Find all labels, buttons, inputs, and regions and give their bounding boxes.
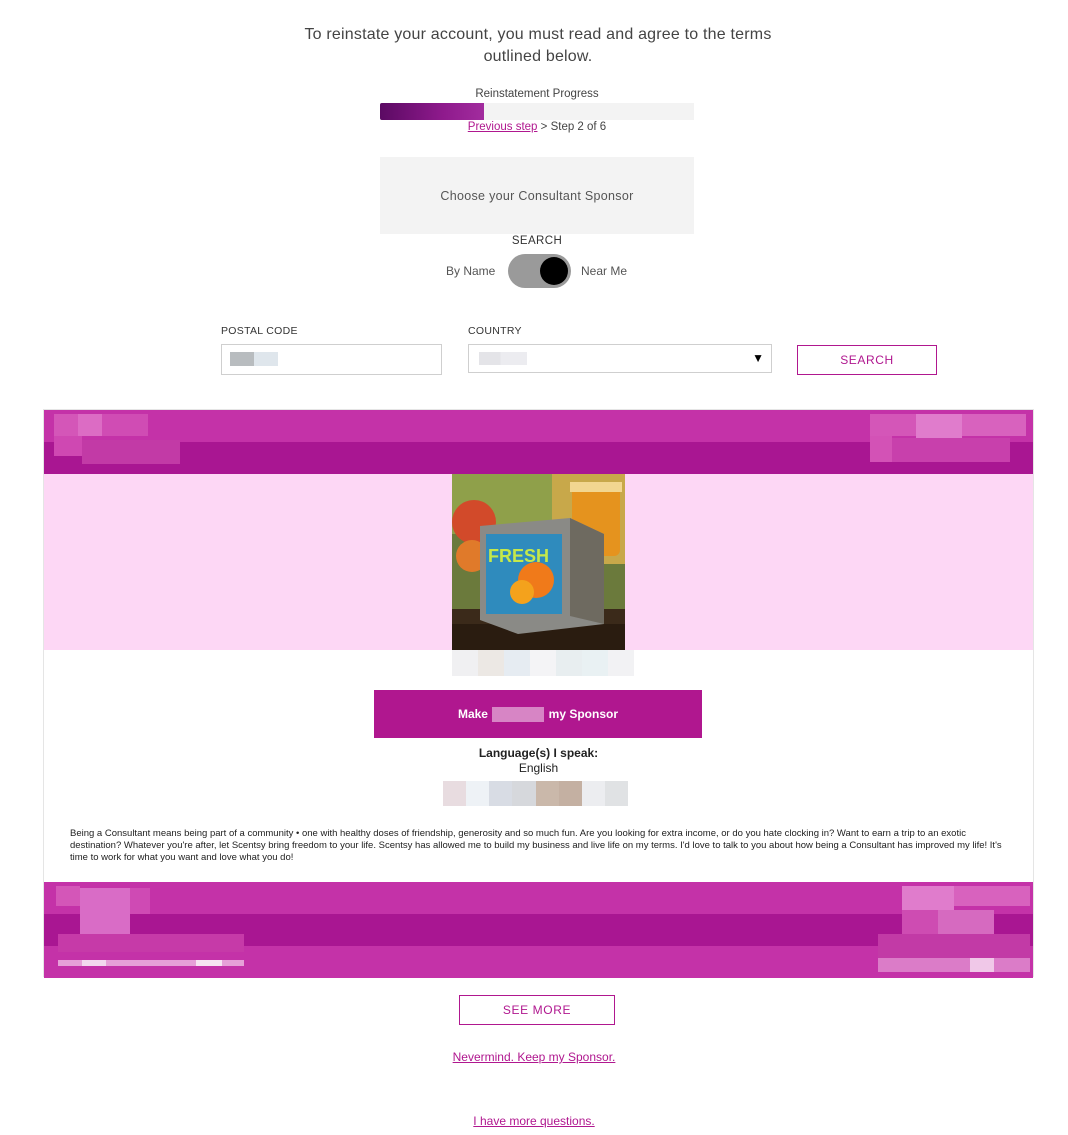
make-sponsor-prefix: Make xyxy=(457,707,488,721)
card-header-banner xyxy=(44,410,1033,474)
more-questions-link[interactable]: I have more questions. xyxy=(0,1114,1068,1128)
near-me-label[interactable]: Near Me xyxy=(581,264,627,278)
by-name-label[interactable]: By Name xyxy=(446,264,495,278)
product-label: FRESH xyxy=(488,546,549,566)
intro-text: To reinstate your account, you must read… xyxy=(304,26,772,65)
see-more-button[interactable]: SEE MORE xyxy=(459,995,615,1025)
search-button[interactable]: SEARCH xyxy=(797,345,937,375)
search-mode-toggle[interactable] xyxy=(508,254,571,288)
progress-bar-fill xyxy=(380,103,484,120)
redacted-country-value xyxy=(479,352,527,365)
consultant-bio: Being a Consultant means being part of a… xyxy=(70,828,1002,863)
choose-sponsor-heading: Choose your Consultant Sponsor xyxy=(380,157,694,234)
product-image: FRESH xyxy=(452,474,625,650)
hero-banner: FRESH xyxy=(44,474,1033,650)
redacted-consultant-name xyxy=(452,650,634,676)
postal-code-input[interactable] xyxy=(221,344,442,375)
consultant-card: FRESH Make my Sponsor Language(s) I spea… xyxy=(43,409,1034,978)
step-text: > Step 2 of 6 xyxy=(537,121,607,133)
country-select[interactable]: ▼ xyxy=(468,344,772,373)
redacted-contact-info xyxy=(443,781,628,806)
toggle-knob xyxy=(540,257,568,285)
dropdown-arrow-icon: ▼ xyxy=(752,351,764,365)
search-mode-heading: SEARCH xyxy=(511,235,563,247)
progress-bar xyxy=(380,103,694,120)
redacted-name-in-button xyxy=(492,706,545,722)
postal-code-label: POSTAL CODE xyxy=(221,325,298,337)
languages-label: Language(s) I speak: xyxy=(478,746,599,760)
progress-label: Reinstatement Progress xyxy=(475,88,599,100)
previous-step-link[interactable]: Previous step xyxy=(468,121,538,133)
keep-sponsor-link[interactable]: Nevermind. Keep my Sponsor. xyxy=(0,1050,1068,1064)
step-indicator: Previous step > Step 2 of 6 xyxy=(380,121,694,133)
languages-value: English xyxy=(518,761,559,775)
make-sponsor-button[interactable]: Make my Sponsor xyxy=(374,690,702,738)
redacted-postal-value xyxy=(230,352,278,366)
country-label: COUNTRY xyxy=(468,325,522,337)
make-sponsor-suffix: my Sponsor xyxy=(548,707,619,721)
search-mode-toggle-row: By Name Near Me xyxy=(400,254,674,288)
card-footer-banner xyxy=(44,882,1033,978)
